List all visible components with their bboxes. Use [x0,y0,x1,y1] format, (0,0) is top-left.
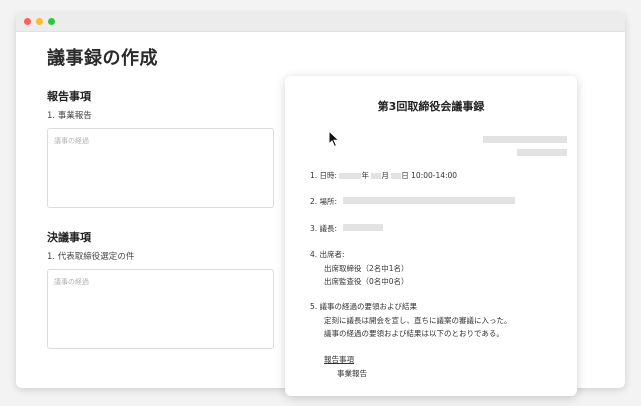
report-item-label: 1. 事業報告 [47,111,92,121]
redacted-day [391,173,402,179]
resolution-section-heading: 決議事項 [47,231,91,244]
minutes-title: 第3回取締役会議事録 [377,100,485,113]
attendees-directors: 出席取締役（2名中1名） [324,264,409,273]
date-time: 10:00-14:00 [411,171,458,180]
redacted-chair [343,224,383,231]
date-row: 1. 日時: 年 月 日 10:00-14:00 [310,170,457,181]
resolution-placeholder: 議事の経過 [54,278,89,286]
close-window-button[interactable] [24,18,31,25]
resolution-proceedings-textarea[interactable]: 議事の経過 [47,269,274,349]
report-placeholder: 議事の経過 [54,137,89,145]
mouse-pointer-icon [328,129,340,152]
redacted-company-name [483,136,567,143]
date-year-unit: 年 [361,171,369,180]
date-label: 1. 日時: [310,171,338,180]
page-title: 議事録の作成 [47,48,158,69]
attendees-label: 4. 出席者: [310,250,345,259]
minutes-report-item: 事業報告 [337,369,367,378]
date-month-unit: 月 [381,171,389,180]
redacted-month [371,173,382,179]
report-proceedings-textarea[interactable]: 議事の経過 [47,128,274,208]
attendees-auditors: 出席監査役（0名中0名） [324,277,409,286]
proceedings-line-1: 定刻に議長は開会を宣し、直ちに議案の審議に入った。 [324,316,512,325]
minutes-report-heading: 報告事項 [324,355,354,364]
redacted-place [343,197,515,204]
window-titlebar [16,13,625,32]
report-section-heading: 報告事項 [47,90,91,103]
redacted-date [517,149,567,156]
proceedings-label: 5. 議事の経過の要領および結果 [310,302,418,311]
zoom-window-button[interactable] [48,18,55,25]
date-day-unit: 日 [401,171,409,180]
resolution-item-label: 1. 代表取締役選定の件 [47,252,135,262]
minimize-window-button[interactable] [36,18,43,25]
proceedings-line-2: 議事の経過の要領および結果は以下のとおりである。 [324,329,504,338]
minutes-preview: 第3回取締役会議事録 1. 日時: 年 月 日 10:00-14:00 2. 場… [285,76,577,396]
chair-label: 3. 議長: [310,224,338,233]
place-label: 2. 場所: [310,197,338,206]
redacted-year [339,173,362,179]
